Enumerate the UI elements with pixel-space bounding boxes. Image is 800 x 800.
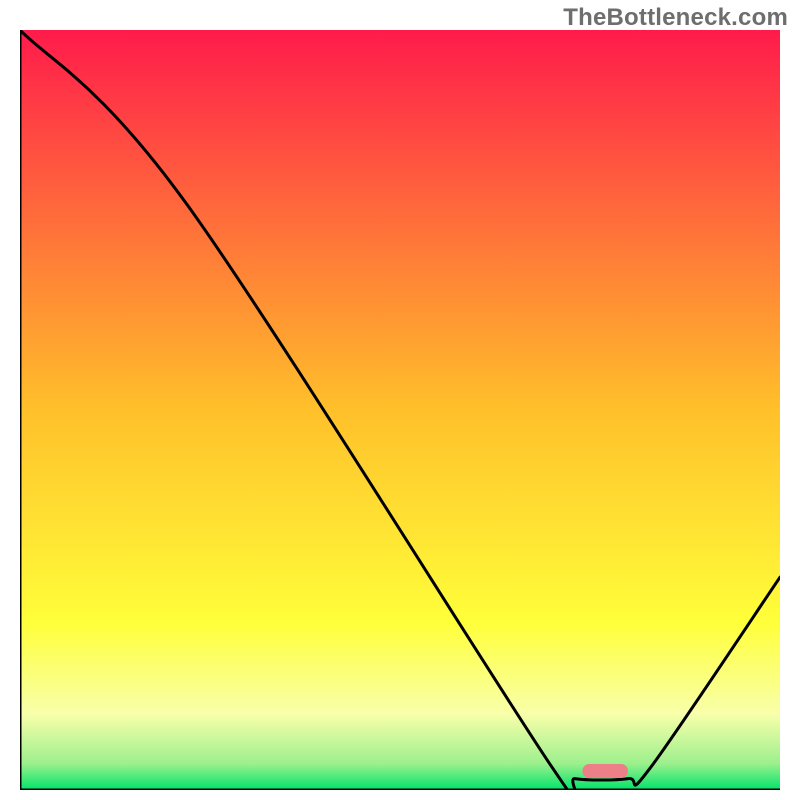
plot-frame — [20, 30, 780, 790]
plot-svg — [20, 30, 780, 790]
watermark-text: TheBottleneck.com — [563, 4, 788, 32]
optimal-range-marker — [582, 764, 628, 778]
chart-container: TheBottleneck.com — [0, 0, 800, 800]
gradient-background — [20, 30, 780, 790]
